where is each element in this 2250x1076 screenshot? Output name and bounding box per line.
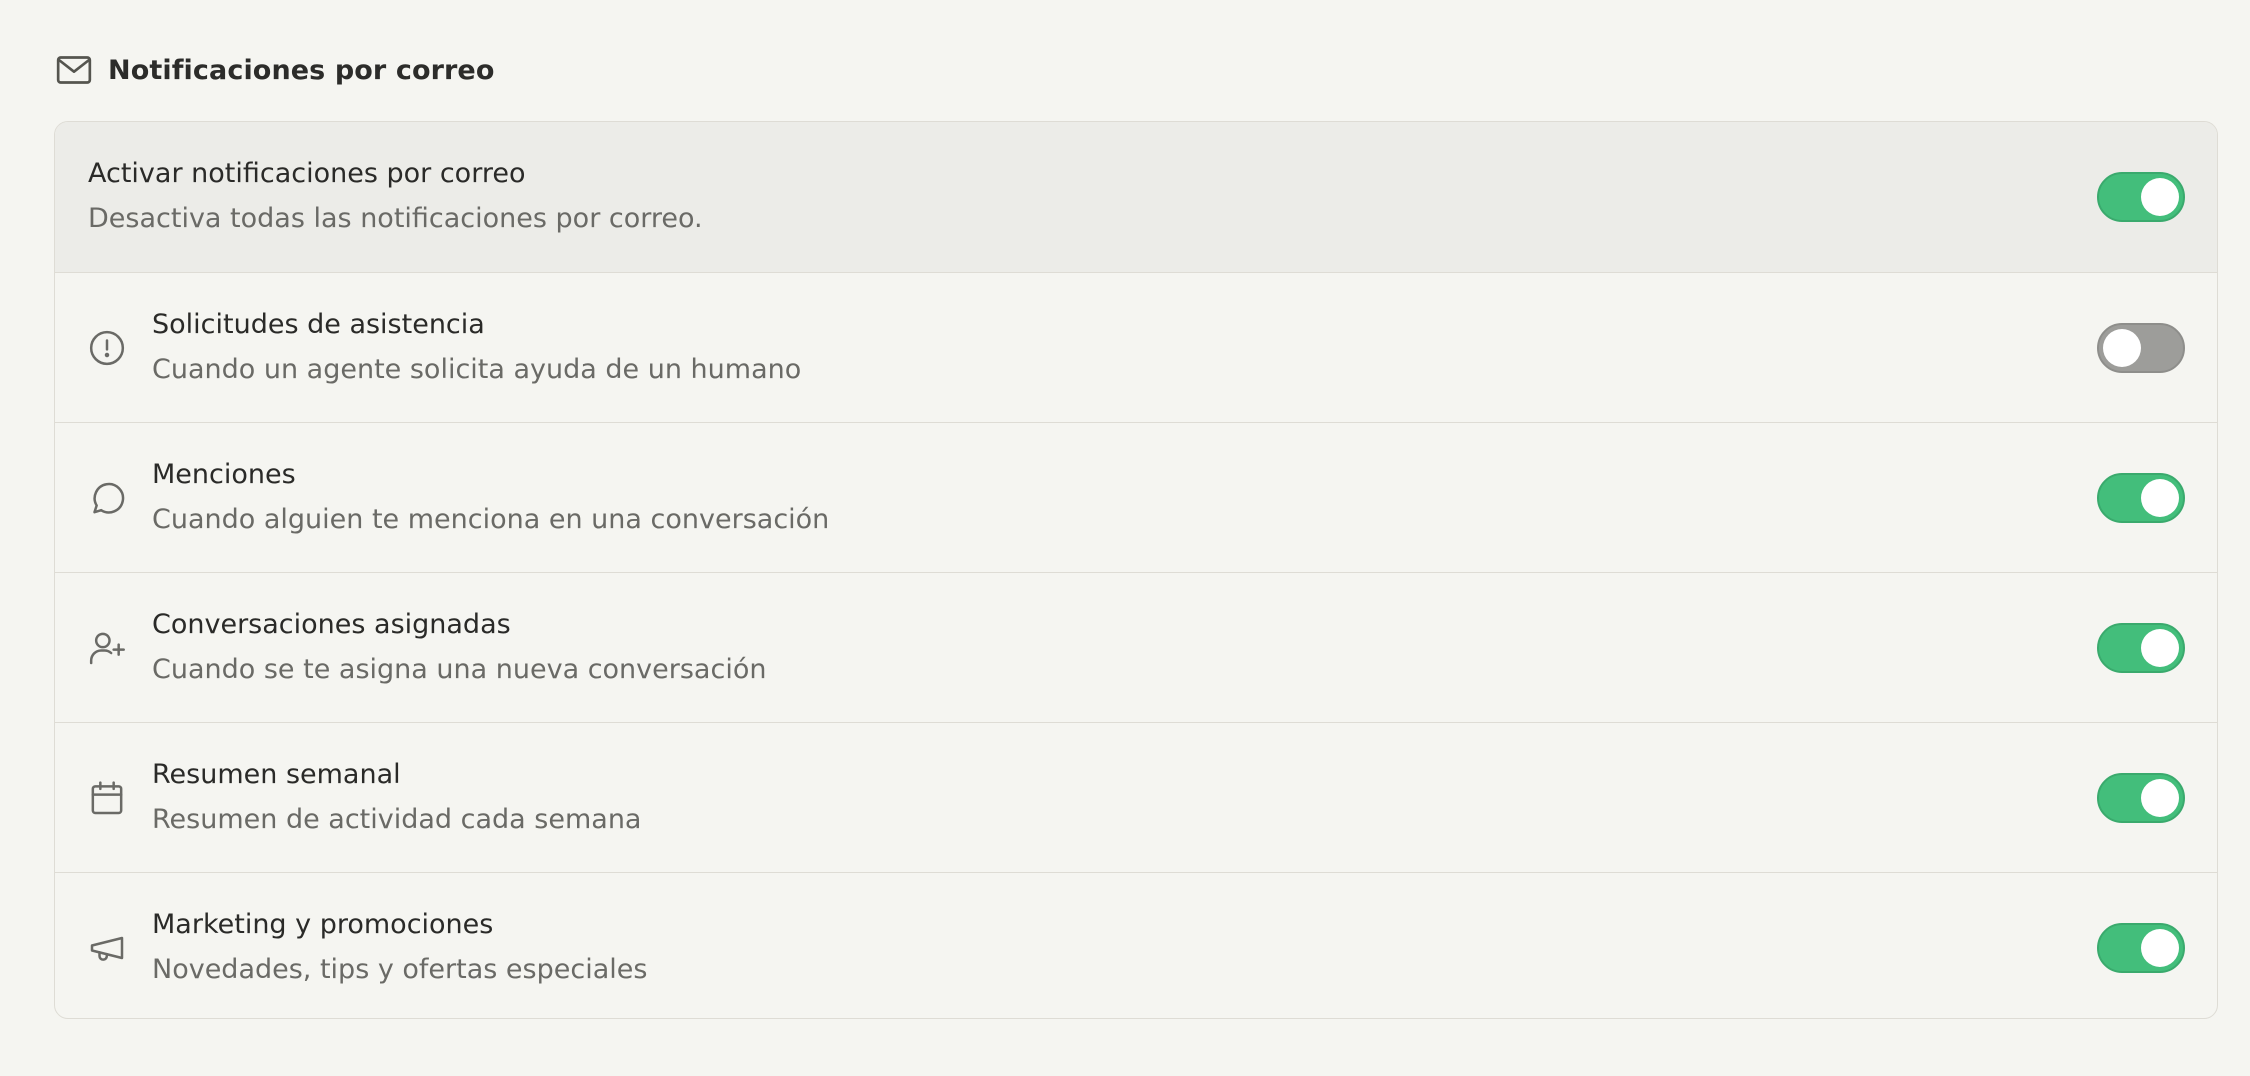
alert-circle-icon <box>85 326 129 370</box>
notification-row-weekly: Resumen semanal Resumen de actividad cad… <box>55 722 2217 872</box>
assigned-conversations-toggle[interactable] <box>2097 622 2185 673</box>
marketing-toggle[interactable] <box>2097 922 2185 973</box>
section-title: Notificaciones por correo <box>108 54 495 86</box>
toggle-knob <box>2141 928 2179 967</box>
notification-row-support: Solicitudes de asistencia Cuando un agen… <box>55 272 2217 422</box>
mentions-toggle[interactable] <box>2097 472 2185 523</box>
row-title: Marketing y promociones <box>152 909 494 940</box>
master-notifications-row: Activar notificaciones por correo Desact… <box>55 122 2217 272</box>
master-row-title: Activar notificaciones por correo <box>88 158 526 189</box>
calendar-icon <box>85 776 129 820</box>
row-title: Conversaciones asignadas <box>152 609 511 640</box>
master-notifications-toggle[interactable] <box>2097 172 2185 222</box>
toggle-knob <box>2103 328 2141 367</box>
megaphone-icon <box>85 926 129 970</box>
notifications-card: Activar notificaciones por correo Desact… <box>54 121 2218 1019</box>
notification-row-mentions: Menciones Cuando alguien te menciona en … <box>55 422 2217 572</box>
row-description: Cuando alguien te menciona en una conver… <box>152 504 830 535</box>
toggle-knob <box>2141 178 2179 216</box>
notification-row-assigned: Conversaciones asignadas Cuando se te as… <box>55 572 2217 722</box>
master-row-description: Desactiva todas las notificaciones por c… <box>88 203 703 234</box>
message-circle-icon <box>85 476 129 520</box>
section-header: Notificaciones por correo <box>54 50 495 90</box>
email-notifications-page: Notificaciones por correo Activar notifi… <box>0 0 2250 1076</box>
row-title: Menciones <box>152 459 296 490</box>
row-title: Solicitudes de asistencia <box>152 309 485 340</box>
user-plus-icon <box>85 626 129 670</box>
row-description: Novedades, tips y ofertas especiales <box>152 954 648 985</box>
weekly-summary-toggle[interactable] <box>2097 772 2185 823</box>
row-description: Cuando se te asigna una nueva conversaci… <box>152 654 767 685</box>
toggle-knob <box>2141 478 2179 517</box>
mail-icon <box>54 50 94 90</box>
notification-row-marketing: Marketing y promociones Novedades, tips … <box>55 872 2217 1018</box>
row-description: Resumen de actividad cada semana <box>152 804 642 835</box>
toggle-knob <box>2141 778 2179 817</box>
support-requests-toggle[interactable] <box>2097 322 2185 373</box>
row-title: Resumen semanal <box>152 759 401 790</box>
row-description: Cuando un agente solicita ayuda de un hu… <box>152 354 802 385</box>
toggle-knob <box>2141 628 2179 667</box>
